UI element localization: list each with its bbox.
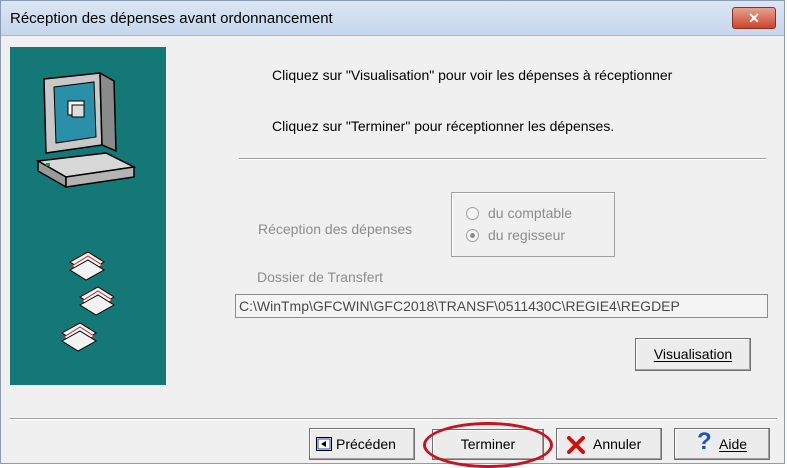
terminer-highlight-ring [423,422,553,468]
transfer-folder-label: Dossier de Transfert [257,269,384,285]
title-bar[interactable]: Réception des dépenses avant ordonnancem… [1,1,784,36]
wizard-side-panel [10,47,166,385]
transfer-folder-field[interactable]: C:\WinTmp\GFCWIN\GFC2018\TRANSF\0511430C… [235,294,768,318]
previous-icon [316,437,332,451]
reception-label: Réception des dépenses [258,221,413,237]
aide-label: Aide [719,436,748,452]
radio-button-unchecked[interactable] [466,207,479,220]
previous-button[interactable]: Précéden [309,428,415,460]
aide-button[interactable]: ? Aide [674,428,770,460]
visualisation-label: Visualisation [653,346,733,362]
footer-divider [10,418,777,420]
close-button[interactable]: ✕ [732,7,776,29]
computer-icon [35,71,137,189]
radio-du-comptable[interactable]: du comptable [466,205,606,223]
dialog-window: Réception des dépenses avant ordonnancem… [0,0,785,468]
cancel-icon [567,436,585,454]
help-icon: ? [697,428,712,455]
instruction-visualisation: Cliquez sur "Visualisation" pour voir le… [272,67,673,83]
documents-icon [61,251,115,352]
radio-label-comptable: du comptable [488,205,573,221]
instruction-terminer: Cliquez sur "Terminer" pour réceptionner… [272,118,615,134]
visualisation-button[interactable]: Visualisation [635,338,751,371]
radio-button-checked[interactable] [466,229,479,242]
annuler-button[interactable]: Annuler [556,428,662,460]
radio-du-regisseur[interactable]: du regisseur [466,227,606,245]
close-icon: ✕ [748,10,760,26]
window-title: Réception des dépenses avant ordonnancem… [10,10,333,27]
reception-radio-group: du comptable du regisseur [451,192,615,257]
radio-label-regisseur: du regisseur [488,227,566,243]
previous-label: Précéden [336,436,396,452]
annuler-label: Annuler [593,436,642,452]
section-divider [239,158,766,160]
